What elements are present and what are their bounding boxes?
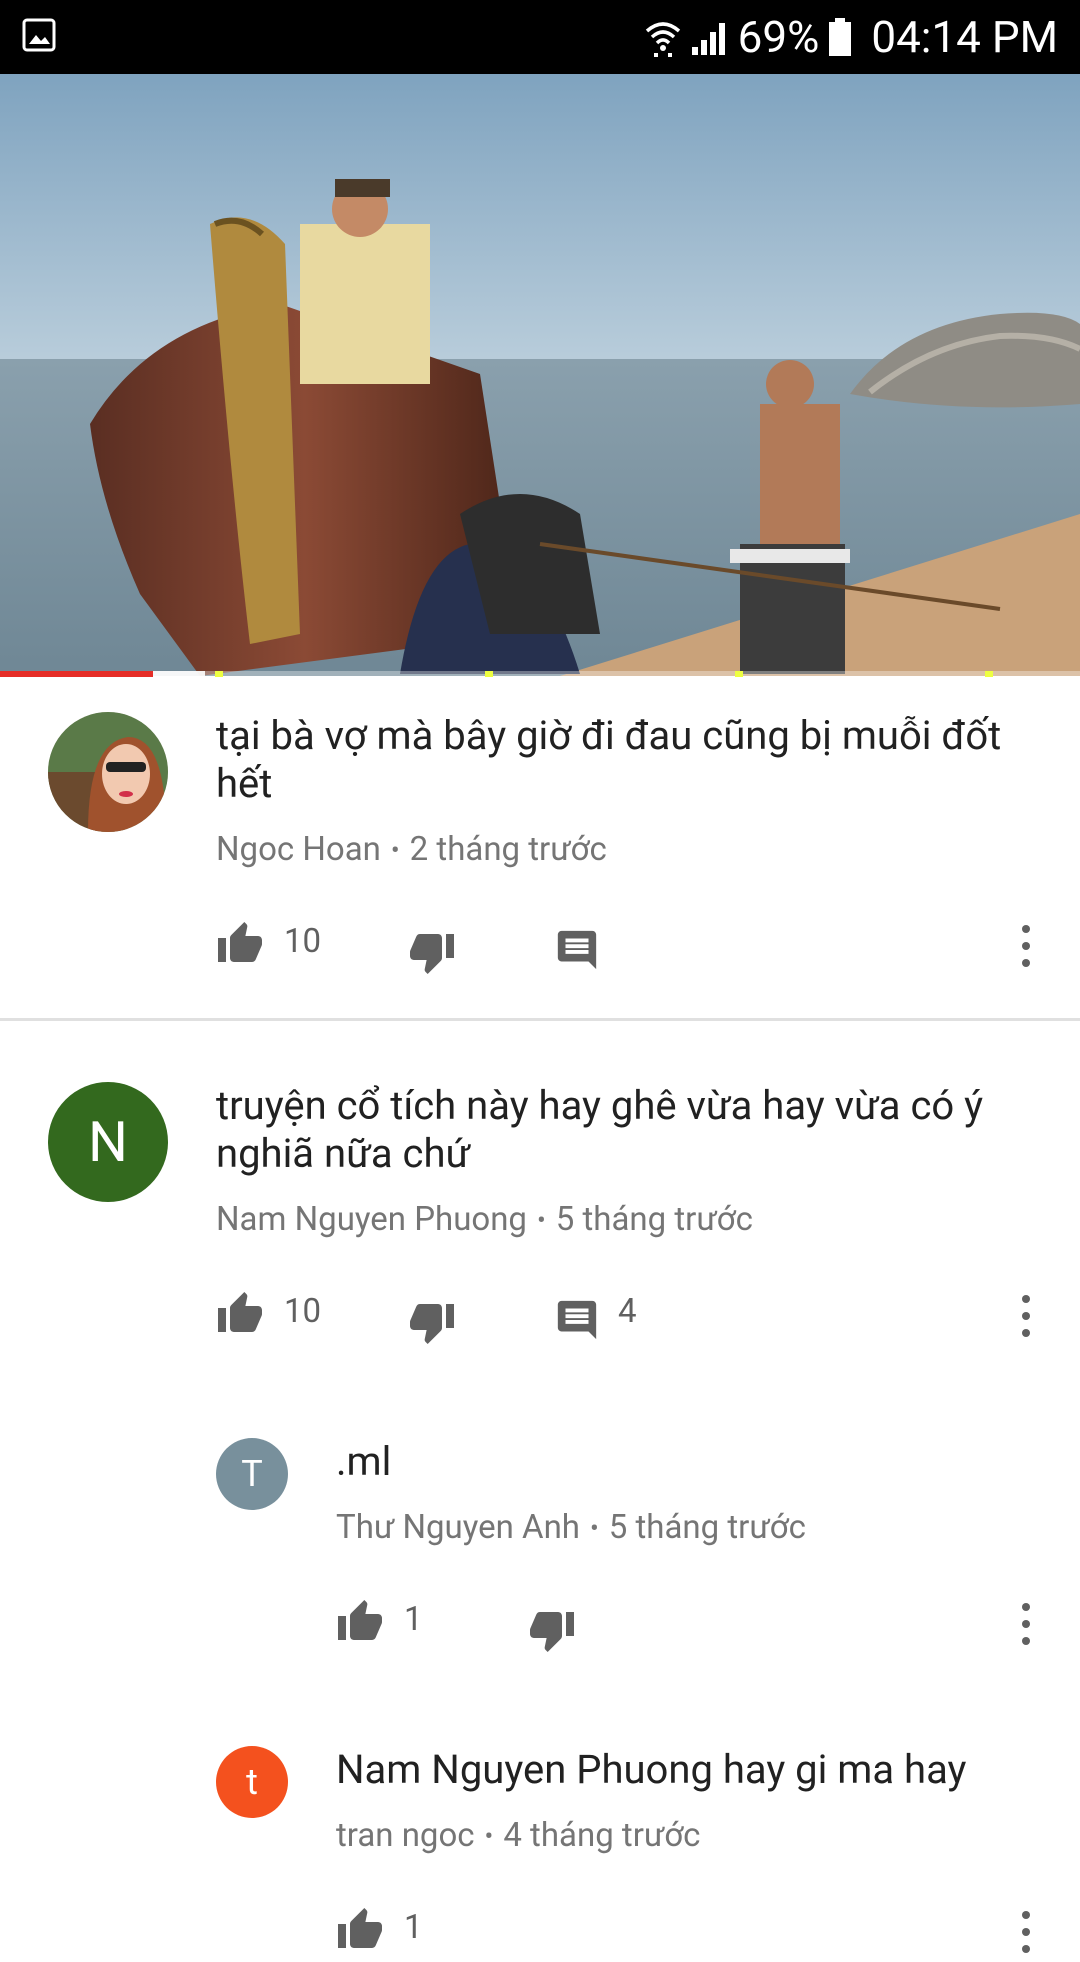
comment-actions: 10 (0, 914, 1080, 974)
ad-marker (735, 671, 743, 677)
battery-icon (829, 18, 852, 56)
wifi-icon (645, 22, 680, 57)
dislike-button[interactable] (528, 1600, 576, 1660)
reply-count: 4 (618, 1292, 637, 1331)
dislike-button[interactable] (408, 922, 456, 982)
like-button[interactable] (336, 1592, 384, 1652)
like-button[interactable] (216, 1284, 264, 1344)
more-options-icon[interactable] (1006, 1902, 1046, 1962)
ad-marker (215, 671, 223, 677)
video-player[interactable] (0, 74, 1080, 676)
avatar[interactable]: N (48, 1082, 168, 1202)
signal-icon (691, 23, 725, 55)
thumb-up-icon (338, 1600, 382, 1640)
separator: • (390, 836, 400, 867)
avatar-photo (48, 712, 168, 832)
battery-percent: 69% (737, 11, 820, 63)
reply-text: Nam Nguyen Phuong hay gi ma hay (336, 1746, 967, 1793)
comment-icon (557, 1300, 597, 1340)
like-count: 10 (284, 922, 322, 961)
video-frame-illustration (0, 74, 1080, 676)
comment-time: 5 tháng trước (555, 1200, 753, 1239)
comment-author[interactable]: Nam Nguyen Phuong (216, 1200, 527, 1239)
status-bar: 69% 04:14 PM (0, 0, 1080, 74)
avatar[interactable]: t (216, 1746, 288, 1818)
thumb-up-icon (338, 1908, 382, 1948)
like-count: 1 (404, 1908, 423, 1947)
avatar[interactable] (48, 712, 168, 832)
avatar-letter: N (88, 1109, 128, 1175)
comment-time: 2 tháng trước (409, 830, 607, 869)
divider (0, 1018, 1080, 1021)
comment-text: tại bà vợ mà bây giờ đi đau cũng bị muỗi… (216, 712, 1002, 807)
reply-item: T .ml Thư Nguyen Anh • 5 tháng trước 1 (0, 1430, 1080, 1710)
separator: • (536, 1206, 546, 1237)
comment-text: truyện cổ tích này hay ghê vừa hay vừa c… (216, 1082, 984, 1177)
ad-marker (485, 671, 493, 677)
thumb-down-icon (530, 1612, 574, 1652)
reply-button[interactable] (554, 920, 600, 980)
thumb-up-icon (218, 922, 262, 962)
comment-actions: 10 4 (0, 1284, 1080, 1344)
played-bar (0, 671, 154, 677)
avatar[interactable]: T (216, 1438, 288, 1510)
comment-thread: N truyện cổ tích này hay ghê vừa hay vừa… (0, 1070, 1080, 1400)
ad-marker (985, 671, 993, 677)
avatar-letter: T (241, 1453, 263, 1495)
separator: • (484, 1822, 494, 1853)
reply-author[interactable]: tran ngoc (336, 1816, 475, 1855)
comment-meta: Ngoc Hoan • 2 tháng trước (216, 830, 607, 869)
reply-time: 5 tháng trước (608, 1508, 806, 1547)
comment-meta: Nam Nguyen Phuong • 5 tháng trước (216, 1200, 753, 1239)
like-button[interactable] (216, 914, 264, 974)
avatar-letter: t (246, 1761, 258, 1803)
more-options-icon[interactable] (1006, 1286, 1046, 1346)
like-count: 10 (284, 1292, 322, 1331)
comment-icon (557, 930, 597, 970)
more-options-icon[interactable] (1006, 1594, 1046, 1654)
reply-actions: 1 (0, 1592, 1080, 1652)
reply-text: .ml (336, 1438, 392, 1485)
video-progress-bar[interactable] (0, 671, 1080, 677)
comment-thread: tại bà vợ mà bây giờ đi đau cũng bị muỗi… (0, 700, 1080, 1018)
clock: 04:14 PM (871, 11, 1058, 63)
more-options-icon[interactable] (1006, 916, 1046, 976)
thumb-down-icon (410, 934, 454, 974)
reply-meta: Thư Nguyen Anh • 5 tháng trước (336, 1508, 806, 1547)
dislike-button[interactable] (408, 1292, 456, 1352)
reply-time: 4 tháng trước (503, 1816, 701, 1855)
reply-item: t Nam Nguyen Phuong hay gi ma hay tran n… (0, 1738, 1080, 1953)
thumb-down-icon (410, 1304, 454, 1344)
reply-actions: 1 (0, 1900, 1080, 1960)
separator: • (589, 1514, 599, 1545)
gallery-icon (22, 18, 56, 52)
like-button[interactable] (336, 1900, 384, 1960)
reply-meta: tran ngoc • 4 tháng trước (336, 1816, 700, 1855)
reply-button[interactable] (554, 1290, 600, 1350)
comment-author[interactable]: Ngoc Hoan (216, 830, 381, 869)
reply-author[interactable]: Thư Nguyen Anh (336, 1508, 580, 1547)
like-count: 1 (404, 1600, 423, 1639)
thumb-up-icon (218, 1292, 262, 1332)
